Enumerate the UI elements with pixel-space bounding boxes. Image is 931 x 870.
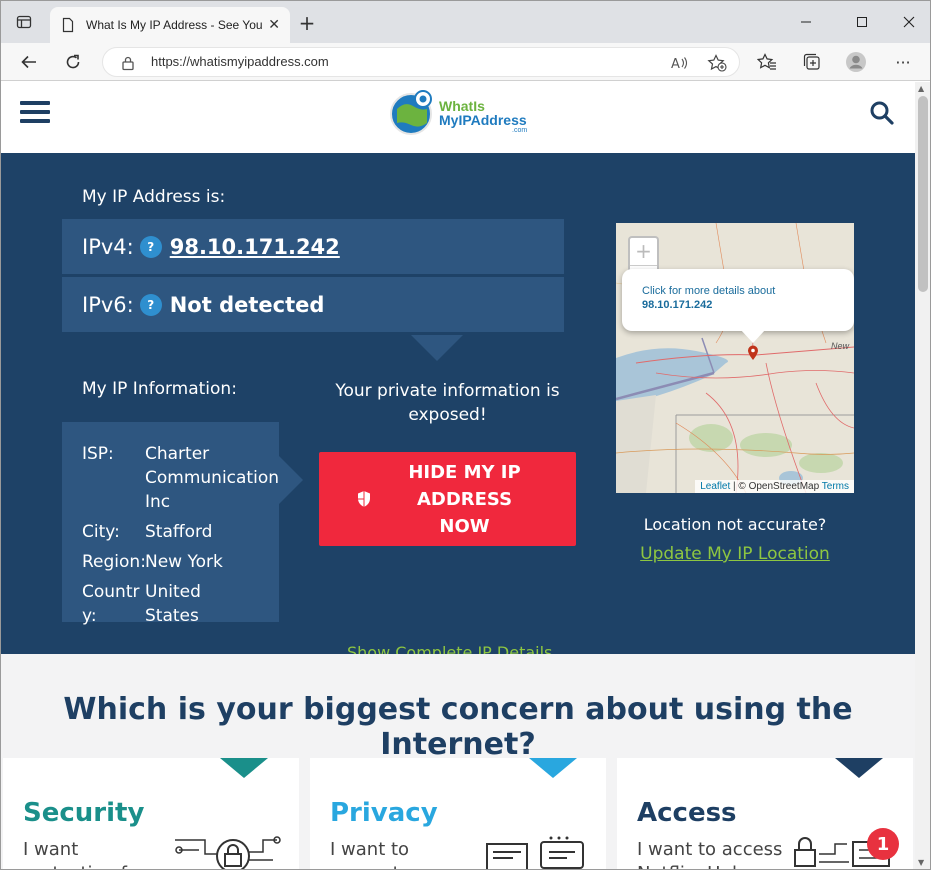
isp-label: ISP: bbox=[82, 444, 114, 464]
ipv6-label: IPv6: bbox=[82, 292, 134, 317]
update-location-link[interactable]: Update My IP Location bbox=[616, 544, 854, 564]
browser-window: What Is My IP Address - See You ✕ + http… bbox=[0, 0, 931, 870]
privacy-card-desc: I want to prevent my bbox=[330, 839, 434, 869]
maximize-icon[interactable] bbox=[850, 11, 874, 33]
url-text[interactable]: https://whatismyipaddress.com bbox=[151, 54, 329, 69]
exposed-text: Your private information is exposed! bbox=[335, 381, 560, 425]
page-icon bbox=[62, 17, 74, 33]
tab-strip: What Is My IP Address - See You ✕ + bbox=[1, 1, 930, 43]
country-value: United States bbox=[145, 582, 201, 626]
concern-heading: Which is your biggest concern about usin… bbox=[63, 692, 853, 762]
region-label: Region: bbox=[82, 552, 146, 572]
lock-icon[interactable] bbox=[121, 55, 135, 71]
address-bar[interactable]: https://whatismyipaddress.com A bbox=[102, 47, 740, 77]
privacy-documents-icon bbox=[486, 836, 584, 869]
close-tab-icon[interactable]: ✕ bbox=[268, 17, 280, 33]
menu-icon[interactable] bbox=[20, 101, 50, 125]
profile-avatar-icon[interactable] bbox=[844, 50, 868, 74]
popup-tail bbox=[740, 329, 766, 343]
ipv6-help-icon[interactable]: ? bbox=[139, 293, 162, 316]
concern-section: Which is your biggest concern about usin… bbox=[1, 654, 915, 869]
isp-value: Charter Communications Inc bbox=[145, 444, 288, 512]
map-city-label: New bbox=[831, 341, 850, 351]
browser-tab[interactable]: What Is My IP Address - See You ✕ bbox=[50, 7, 290, 43]
security-card[interactable]: Security I want protection from bbox=[3, 758, 299, 869]
region-value: New York bbox=[145, 552, 223, 572]
leaflet-link[interactable]: Leaflet bbox=[700, 481, 730, 492]
privacy-card-accent bbox=[529, 758, 577, 778]
security-lock-icon bbox=[175, 836, 281, 869]
location-marker-icon[interactable] bbox=[747, 345, 759, 361]
ipbox-pointer bbox=[411, 335, 463, 361]
ipv6-value: Not detected bbox=[169, 292, 325, 317]
ip-address-box: IPv4: ? 98.10.171.242 IPv6: ? Not detect… bbox=[62, 219, 564, 361]
svg-text:A: A bbox=[671, 57, 680, 71]
country-label: Countr y: bbox=[82, 582, 140, 626]
map-attribution: Leaflet | © OpenStreetMap Terms bbox=[695, 480, 854, 493]
security-card-accent bbox=[220, 758, 268, 778]
scrollbar-thumb[interactable] bbox=[918, 96, 928, 292]
location-question: Location not accurate? bbox=[643, 515, 827, 534]
ip-info-box: ISP: Charter Communications Inc City: Staf… bbox=[62, 422, 303, 626]
my-ip-heading: My IP Address is: bbox=[82, 187, 226, 207]
tab-title: What Is My IP Address - See You bbox=[86, 18, 263, 32]
tab-actions-icon[interactable] bbox=[15, 13, 33, 31]
add-favorite-icon[interactable] bbox=[707, 54, 727, 72]
terms-link[interactable]: Terms bbox=[822, 481, 849, 492]
collections-icon[interactable] bbox=[800, 50, 824, 74]
ip-hero-section: My IP Address is: IPv4: ? 98.10.171.242 … bbox=[1, 153, 915, 662]
country-row: Countr y: United States bbox=[82, 580, 259, 628]
city-row: City: Stafford bbox=[82, 520, 259, 544]
ipv4-row: IPv4: ? 98.10.171.242 bbox=[62, 219, 564, 274]
close-window-icon[interactable] bbox=[897, 11, 921, 33]
access-card-accent bbox=[835, 758, 883, 778]
scroll-up-icon[interactable]: ▲ bbox=[918, 84, 924, 93]
popup-ip[interactable]: 98.10.171.242 bbox=[642, 299, 834, 311]
address-toolbar: https://whatismyipaddress.com A ··· bbox=[1, 43, 930, 81]
osm-attribution: | © OpenStreetMap bbox=[730, 481, 822, 492]
city-value: Stafford bbox=[145, 522, 213, 542]
region-row: Region: New York bbox=[82, 550, 259, 574]
scroll-down-icon[interactable]: ▼ bbox=[918, 858, 924, 867]
new-tab-icon[interactable]: + bbox=[295, 13, 319, 37]
search-icon[interactable] bbox=[869, 100, 895, 130]
shield-icon bbox=[357, 491, 370, 507]
ipv6-row: IPv6: ? Not detected bbox=[62, 277, 564, 332]
logo-text-line2: MyIPAddress bbox=[439, 112, 527, 128]
access-card-title: Access bbox=[637, 798, 737, 828]
access-card[interactable]: Access I want to access Netflix, Hulu bbox=[617, 758, 913, 869]
ipv4-label: IPv4: bbox=[82, 234, 134, 259]
infobox-pointer bbox=[279, 456, 303, 504]
notification-badge[interactable]: 1 bbox=[867, 828, 899, 860]
location-map[interactable]: + − Click for more details about 98.10.1… bbox=[616, 223, 854, 493]
zoom-in-button[interactable]: + bbox=[630, 238, 657, 266]
web-page: WhatIs MyIPAddress .com My IP Address is… bbox=[1, 82, 915, 869]
logo-text-line3: .com bbox=[512, 127, 527, 134]
hide-my-ip-button[interactable]: HIDE MY IP ADDRESS NOW bbox=[319, 452, 576, 546]
site-logo[interactable]: WhatIs MyIPAddress .com bbox=[387, 87, 532, 137]
hide-my-ip-label: HIDE MY IP ADDRESS NOW bbox=[408, 461, 521, 537]
ipv4-help-icon[interactable]: ? bbox=[139, 235, 162, 258]
minimize-icon[interactable] bbox=[794, 11, 818, 33]
page-scrollbar[interactable]: ▲ ▼ bbox=[915, 82, 930, 869]
ip-info-heading: My IP Information: bbox=[82, 379, 237, 399]
read-aloud-icon[interactable]: A bbox=[671, 55, 689, 71]
privacy-card[interactable]: Privacy I want to prevent my bbox=[310, 758, 606, 869]
back-icon[interactable] bbox=[17, 50, 41, 74]
site-header: WhatIs MyIPAddress .com bbox=[1, 82, 915, 153]
popup-text[interactable]: Click for more details about bbox=[642, 285, 834, 297]
city-label: City: bbox=[82, 522, 120, 542]
privacy-card-title: Privacy bbox=[330, 798, 438, 828]
refresh-icon[interactable] bbox=[61, 50, 85, 74]
map-popup[interactable]: Click for more details about 98.10.171.2… bbox=[622, 269, 854, 331]
favorites-icon[interactable] bbox=[755, 50, 779, 74]
ipv4-value[interactable]: 98.10.171.242 bbox=[170, 235, 340, 259]
more-options-icon[interactable]: ··· bbox=[891, 50, 915, 74]
security-card-desc: I want protection from bbox=[23, 839, 163, 869]
isp-row: ISP: Charter Communications Inc bbox=[82, 442, 288, 514]
security-card-title: Security bbox=[23, 798, 145, 828]
